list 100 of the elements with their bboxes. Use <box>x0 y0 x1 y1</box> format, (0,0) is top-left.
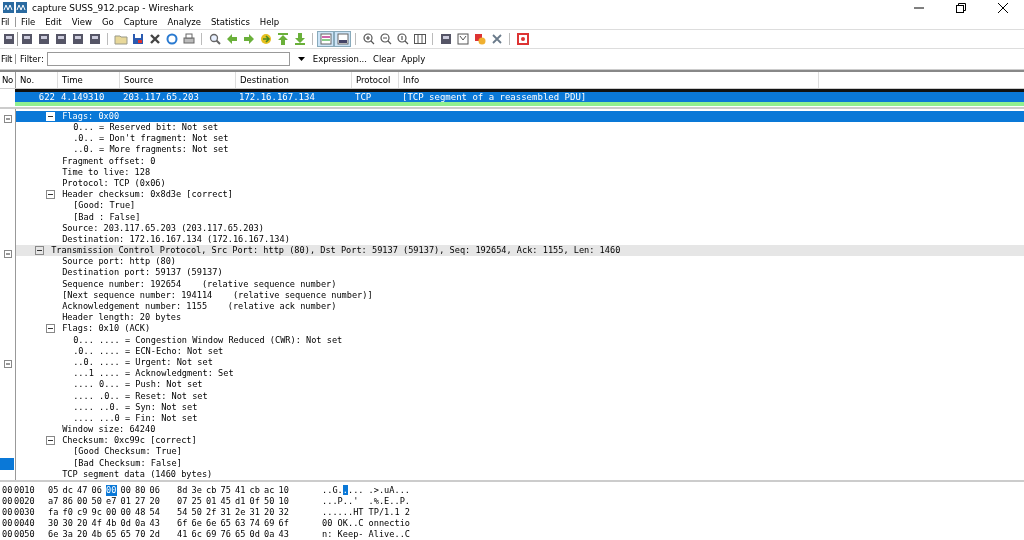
hex-byte[interactable]: 31 <box>249 507 264 518</box>
tree-item[interactable]: Acknowledgement number: 1155 (relative ack number) <box>62 301 337 311</box>
tree-item[interactable]: ..0. = More fragments: Not set <box>73 144 229 155</box>
hex-byte[interactable]: 6c <box>191 529 206 540</box>
hex-byte[interactable]: 06 <box>149 485 164 496</box>
tree-item[interactable]: TCP segment data (1460 bytes) <box>62 468 213 479</box>
selected-tree-row[interactable]: Flags: 0x00 <box>16 110 1024 122</box>
column-header[interactable]: Protocol <box>352 71 399 88</box>
hex-byte[interactable]: 50 <box>191 507 206 518</box>
hex-byte[interactable]: 45 <box>220 496 235 507</box>
hex-byte[interactable]: 4b <box>106 518 121 529</box>
forward-arrow-icon[interactable] <box>241 31 256 46</box>
hex-byte[interactable]: 0d <box>120 518 135 529</box>
save-icon[interactable] <box>130 31 145 46</box>
interfaces-icon[interactable] <box>19 31 34 46</box>
zoom-out-icon[interactable] <box>378 31 393 46</box>
hex-byte[interactable]: 6e <box>191 518 206 529</box>
options-icon[interactable] <box>36 31 51 46</box>
menu-item[interactable]: Go <box>96 16 119 27</box>
filter-link[interactable]: Apply <box>401 53 426 64</box>
bottom-arrow-icon[interactable] <box>292 31 307 46</box>
menu-item[interactable]: Edit <box>40 16 67 27</box>
display-filter-icon[interactable] <box>455 31 470 46</box>
hex-byte[interactable]: 01 <box>206 496 221 507</box>
collapse-icon[interactable] <box>46 436 55 446</box>
hex-byte[interactable]: 43 <box>149 518 164 529</box>
hex-byte[interactable]: 43 <box>278 529 293 540</box>
hex-byte[interactable]: 0f <box>249 496 264 507</box>
hex-byte[interactable]: 10 <box>278 485 293 496</box>
hex-byte[interactable]: 8d <box>177 485 192 496</box>
hex-byte[interactable]: 00 <box>106 485 117 496</box>
hex-byte[interactable]: cb <box>206 485 221 496</box>
hex-byte[interactable]: 80 <box>135 485 150 496</box>
tree-item[interactable]: .0.. = Don't fragment: Not set <box>73 133 229 144</box>
collapse-icon[interactable] <box>46 324 55 334</box>
hex-byte[interactable]: 30 <box>48 518 63 529</box>
tree-item[interactable]: Time to live: 128 <box>62 166 151 177</box>
hex-byte[interactable]: 4b <box>91 529 106 540</box>
tree-item[interactable]: Checksum: 0xc99c [correct] <box>62 435 197 446</box>
tree-item[interactable]: Flags: 0x10 (ACK) <box>62 323 151 334</box>
coloring-rules-icon[interactable] <box>472 31 487 46</box>
hex-byte[interactable]: e7 <box>106 496 121 507</box>
hex-byte[interactable]: 4f <box>91 518 106 529</box>
hex-byte[interactable]: 20 <box>149 496 164 507</box>
menu-item[interactable]: Statistics <box>205 16 255 27</box>
hex-byte[interactable]: dc <box>62 485 77 496</box>
menu-item[interactable]: Analyze <box>162 16 206 27</box>
tree-item[interactable]: .... .0.. = Reset: Not set <box>73 390 208 401</box>
filter-field[interactable] <box>46 51 290 66</box>
zoom-reset-icon[interactable] <box>395 31 410 46</box>
hex-byte[interactable]: 74 <box>249 518 264 529</box>
hex-byte[interactable]: 3e <box>191 485 206 496</box>
hex-byte[interactable]: 50 <box>91 496 106 507</box>
filter-link[interactable]: Expression... <box>312 53 367 64</box>
hex-byte[interactable]: 41 <box>177 529 192 540</box>
hex-byte[interactable]: 2f <box>206 507 221 518</box>
hex-byte[interactable]: 9c <box>91 507 106 518</box>
hex-byte[interactable]: 00 <box>120 485 135 496</box>
restore-icon[interactable] <box>956 2 966 13</box>
hex-byte[interactable]: 63 <box>235 518 250 529</box>
stop-capture-icon[interactable] <box>70 31 85 46</box>
hex-byte[interactable]: 2d <box>149 529 164 540</box>
tree-item[interactable]: .... 0... = Push: Not set <box>73 379 203 390</box>
hex-byte[interactable]: ac <box>264 485 279 496</box>
hex-byte[interactable]: 07 <box>177 496 192 507</box>
hex-byte[interactable]: 00 <box>120 507 135 518</box>
tree-item[interactable]: .... ..0. = Syn: Not set <box>73 401 198 412</box>
hex-byte[interactable]: 6f <box>177 518 192 529</box>
close-icon[interactable] <box>147 31 162 46</box>
tree-item[interactable]: .... ...0 = Fin: Not set <box>73 412 198 423</box>
tree-item[interactable]: Source port: http (80) <box>62 256 176 267</box>
hex-byte[interactable]: 05 <box>48 485 63 496</box>
go-to-arrow-icon[interactable] <box>258 31 273 46</box>
hex-byte[interactable]: 20 <box>77 518 92 529</box>
hex-byte[interactable]: 0a <box>264 529 279 540</box>
column-header[interactable]: Destination <box>236 71 352 88</box>
tree-item[interactable]: [Next sequence number: 194114 (relative sequence number)] <box>62 289 373 300</box>
hex-byte[interactable]: 6e <box>206 518 221 529</box>
packet-row[interactable]: 622 4.149310 203.117.65.203 172.16.167.134 TCP [TCP segment of a reassembled PDU] <box>15 91 1024 102</box>
hex-byte[interactable]: cb <box>249 485 264 496</box>
tree-item[interactable]: Flags: 0x00 <box>62 110 120 121</box>
tree-item[interactable]: ...1 .... = Acknowledgment: Set <box>73 368 234 379</box>
tree-item[interactable]: [Good Checksum: True] <box>73 446 182 457</box>
hex-byte[interactable]: 0a <box>135 518 150 529</box>
autoscroll-toggle[interactable] <box>334 30 351 47</box>
hex-byte[interactable]: 65 <box>120 529 135 540</box>
hex-byte[interactable]: 27 <box>135 496 150 507</box>
hex-byte[interactable]: 86 <box>62 496 77 507</box>
menu-item[interactable]: Capture <box>118 16 163 27</box>
hex-byte[interactable]: 6e <box>48 529 63 540</box>
capture-filter-icon[interactable] <box>438 31 453 46</box>
hex-byte[interactable]: 3a <box>62 529 77 540</box>
hex-byte[interactable]: 54 <box>177 507 192 518</box>
close-icon[interactable] <box>998 2 1008 13</box>
hex-byte[interactable]: 6f <box>278 518 293 529</box>
tree-item[interactable]: .0.. .... = ECN-Echo: Not set <box>73 345 224 356</box>
start-capture-icon[interactable] <box>53 31 68 46</box>
tree-item[interactable]: [Good: True] <box>73 200 136 211</box>
packet-row-partial[interactable] <box>15 88 1024 92</box>
column-header[interactable]: No. <box>16 71 58 88</box>
